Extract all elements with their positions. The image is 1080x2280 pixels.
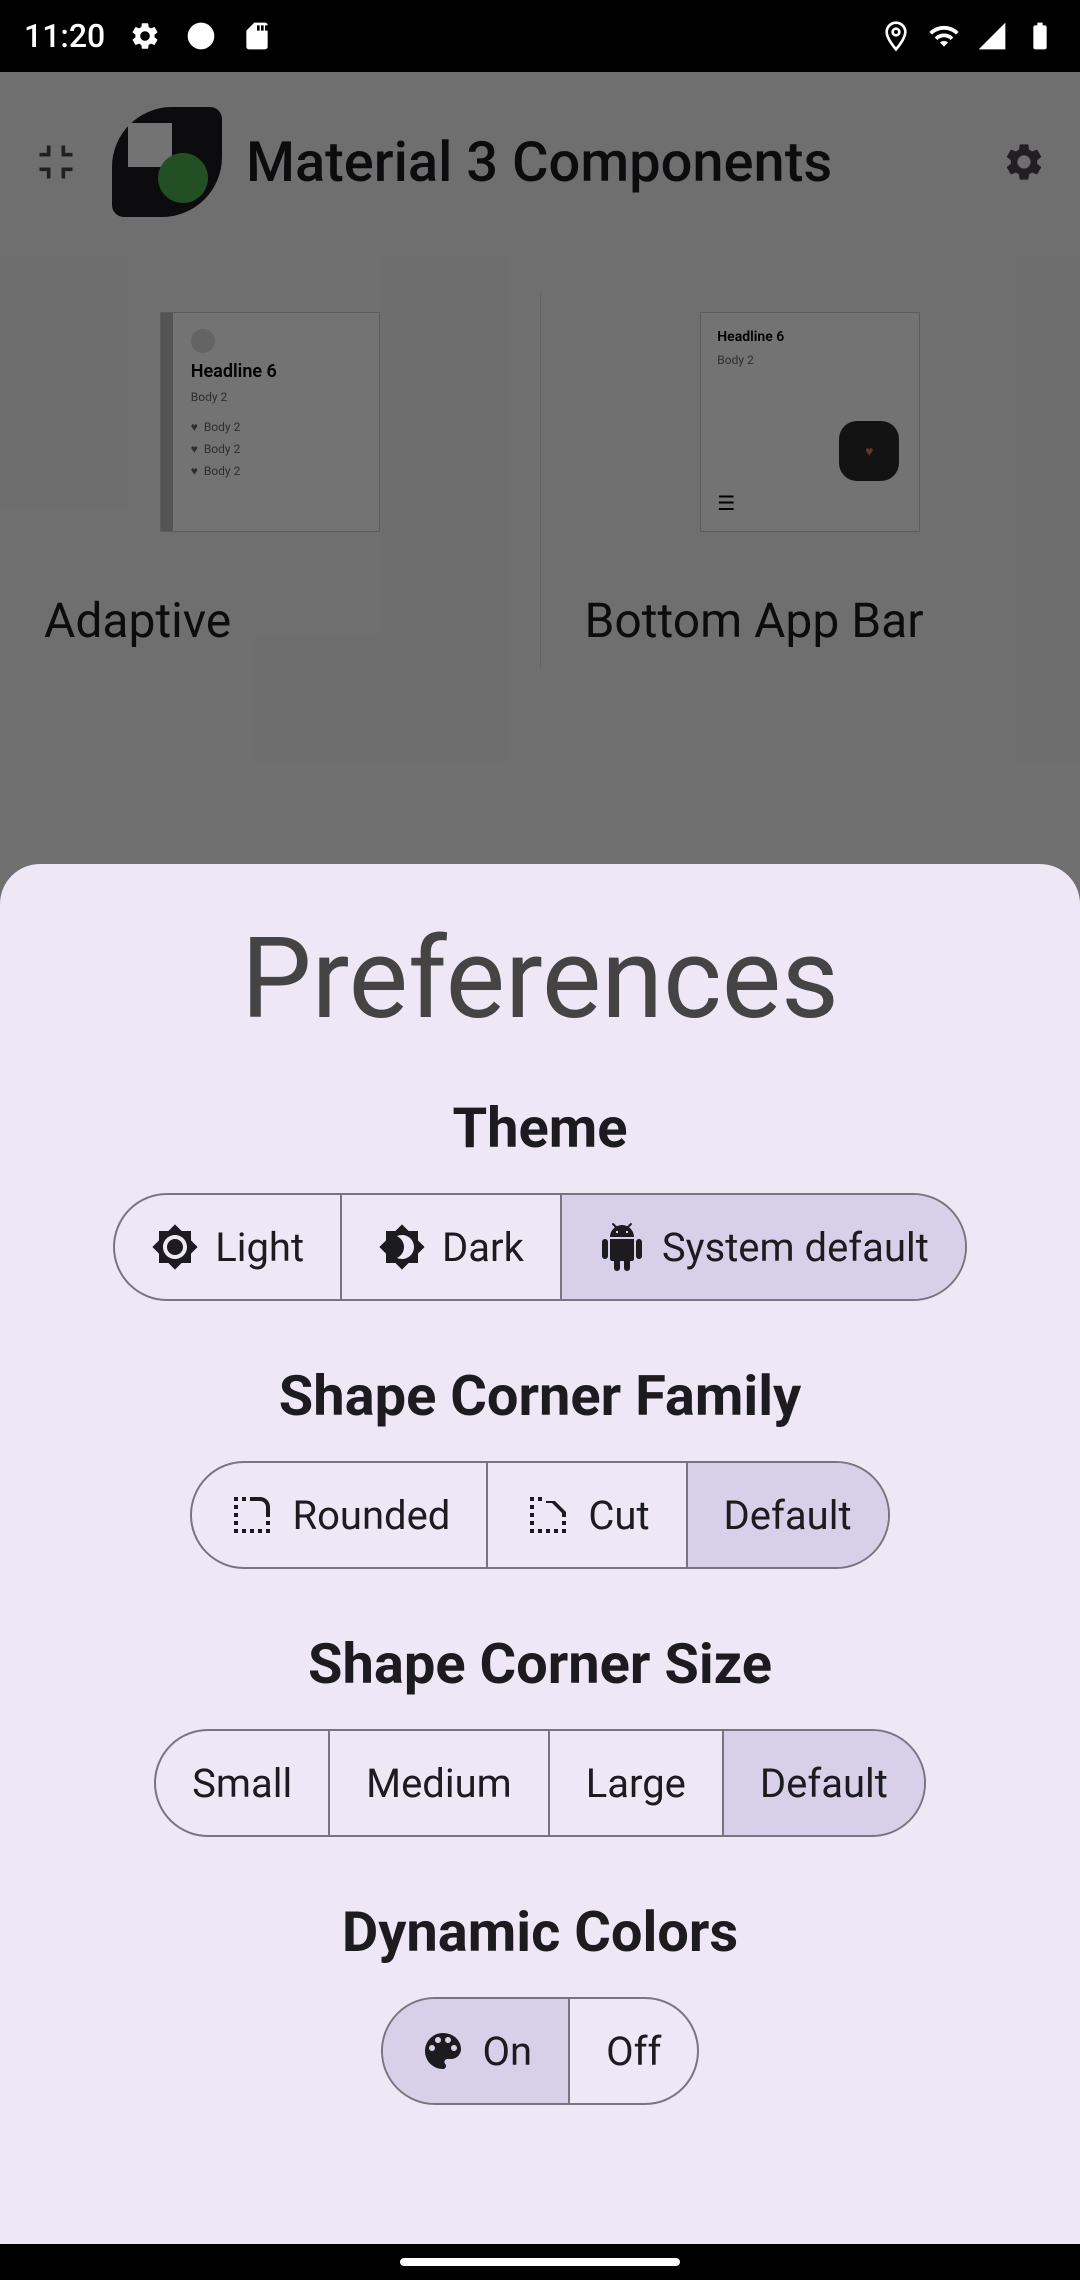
size-small-button[interactable]: Small bbox=[156, 1731, 330, 1835]
dynamic-on-button[interactable]: On bbox=[383, 1999, 571, 2103]
section-shape-family: Shape Corner Family Rounded Cut Default bbox=[40, 1363, 1040, 1569]
shape-rounded-button[interactable]: Rounded bbox=[192, 1463, 488, 1567]
theme-light-button[interactable]: Light bbox=[115, 1195, 342, 1299]
shape-cut-button[interactable]: Cut bbox=[488, 1463, 687, 1567]
location-icon bbox=[880, 20, 912, 52]
cell-icon bbox=[976, 20, 1008, 52]
segment-label: Off bbox=[606, 2028, 661, 2075]
app-bar: Material 3 Components bbox=[0, 72, 1080, 252]
cut-corner-icon bbox=[524, 1491, 572, 1539]
theme-system-button[interactable]: System default bbox=[562, 1195, 965, 1299]
sd-icon bbox=[241, 20, 273, 52]
theme-segmented: Light Dark System default bbox=[113, 1193, 967, 1301]
section-theme: Theme Light Dark System default bbox=[40, 1095, 1040, 1301]
section-shape-size: Shape Corner Size Small Medium Large Def… bbox=[40, 1631, 1040, 1837]
status-bar: 11:20 bbox=[0, 0, 1080, 72]
menu-icon: ☰ bbox=[717, 491, 735, 515]
segment-label: Default bbox=[724, 1492, 852, 1539]
preferences-sheet: Preferences Theme Light Dark System defa… bbox=[0, 864, 1080, 2244]
shape-family-segmented: Rounded Cut Default bbox=[190, 1461, 889, 1569]
segment-label: Cut bbox=[588, 1492, 649, 1539]
theme-dark-button[interactable]: Dark bbox=[342, 1195, 562, 1299]
fab-icon: ♥ bbox=[839, 421, 899, 481]
android-icon bbox=[598, 1223, 646, 1271]
app-title: Material 3 Components bbox=[246, 129, 968, 195]
circle-icon bbox=[185, 20, 217, 52]
segment-label: Large bbox=[586, 1760, 686, 1807]
dynamic-colors-segmented: On Off bbox=[381, 1997, 700, 2105]
segment-label: On bbox=[483, 2028, 533, 2075]
nav-handle[interactable] bbox=[400, 2258, 680, 2266]
segment-label: Light bbox=[215, 1224, 304, 1271]
shape-size-segmented: Small Medium Large Default bbox=[154, 1729, 926, 1837]
palette-icon bbox=[419, 2027, 467, 2075]
section-title: Dynamic Colors bbox=[342, 1899, 738, 1965]
section-title: Theme bbox=[452, 1095, 627, 1161]
size-large-button[interactable]: Large bbox=[550, 1731, 724, 1835]
segment-label: Rounded bbox=[292, 1492, 450, 1539]
card-label: Adaptive bbox=[20, 592, 231, 649]
segment-label: Medium bbox=[366, 1760, 512, 1807]
grid-card-bottom-app-bar: Headline 6 Body 2 ♥ ☰ Bottom App Bar bbox=[541, 292, 1080, 669]
segment-label: Small bbox=[192, 1760, 292, 1807]
section-dynamic-colors: Dynamic Colors On Off bbox=[40, 1899, 1040, 2105]
battery-icon bbox=[1024, 20, 1056, 52]
dark-mode-icon bbox=[378, 1223, 426, 1271]
settings-icon bbox=[992, 130, 1056, 194]
size-medium-button[interactable]: Medium bbox=[330, 1731, 550, 1835]
card-label: Bottom App Bar bbox=[561, 592, 924, 649]
nav-bar bbox=[0, 2244, 1080, 2280]
card-preview: Headline 6 Body 2 ♥ Body 2 ♥ Body 2 ♥ Bo… bbox=[160, 312, 380, 532]
app-logo bbox=[112, 107, 222, 217]
sheet-title: Preferences bbox=[241, 914, 839, 1045]
segment-label: Default bbox=[760, 1760, 888, 1807]
wifi-icon bbox=[928, 20, 960, 52]
dynamic-off-button[interactable]: Off bbox=[570, 1999, 697, 2103]
brightness-icon bbox=[151, 1223, 199, 1271]
segment-label: Dark bbox=[442, 1224, 524, 1271]
section-title: Shape Corner Size bbox=[308, 1631, 772, 1697]
grid-card-adaptive: Headline 6 Body 2 ♥ Body 2 ♥ Body 2 ♥ Bo… bbox=[0, 292, 541, 669]
status-time: 11:20 bbox=[24, 17, 105, 55]
card-preview: Headline 6 Body 2 ♥ ☰ bbox=[700, 312, 920, 532]
gear-icon bbox=[129, 20, 161, 52]
collapse-icon bbox=[24, 130, 88, 194]
rounded-corner-icon bbox=[228, 1491, 276, 1539]
segment-label: System default bbox=[662, 1224, 929, 1271]
shape-default-button[interactable]: Default bbox=[688, 1463, 888, 1567]
size-default-button[interactable]: Default bbox=[724, 1731, 924, 1835]
section-title: Shape Corner Family bbox=[279, 1363, 801, 1429]
